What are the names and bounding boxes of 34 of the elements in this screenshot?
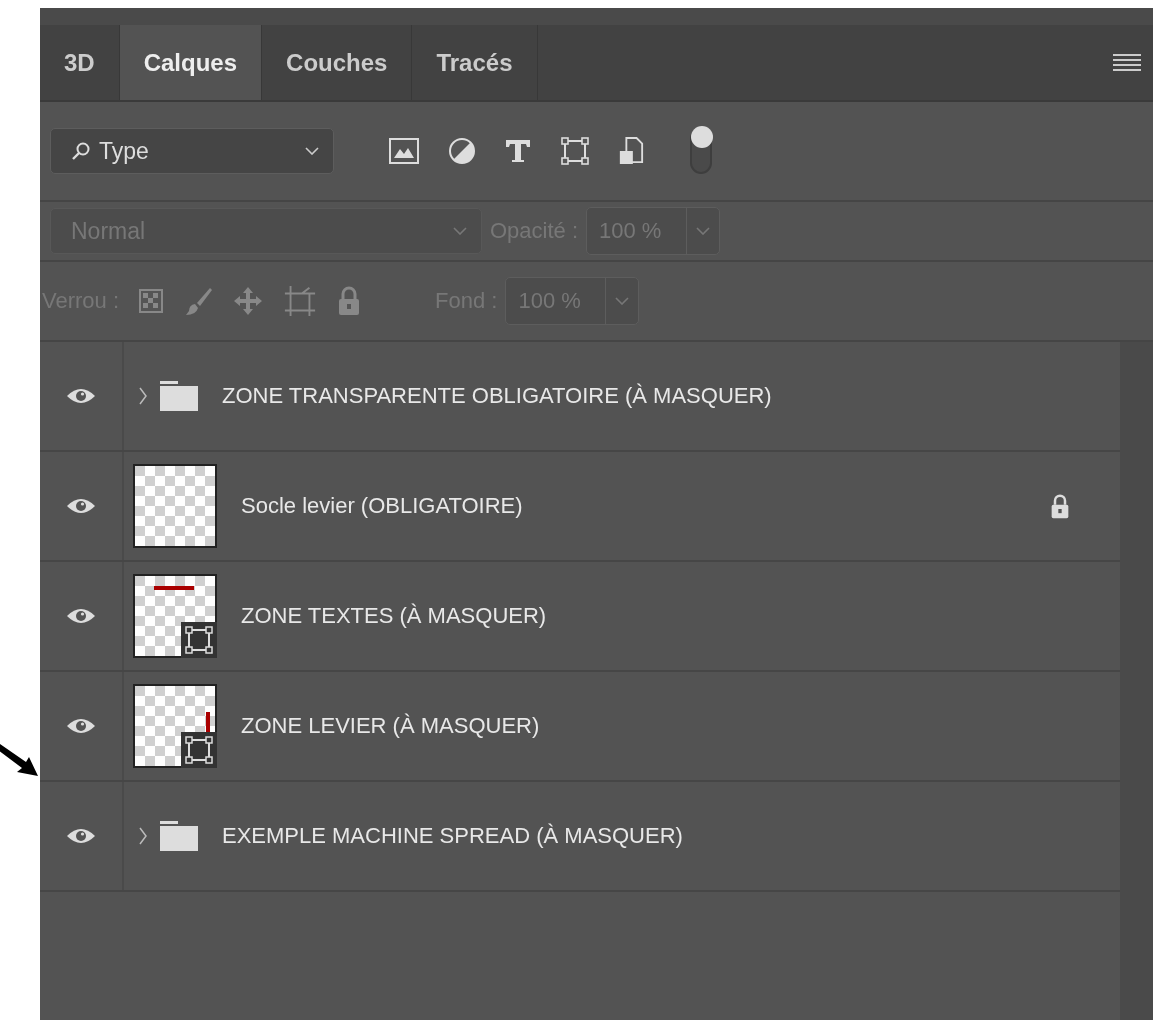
- menu-icon[interactable]: [1113, 52, 1141, 73]
- filter-toggle[interactable]: [690, 128, 712, 174]
- eye-icon[interactable]: [66, 497, 96, 515]
- chevron-right-icon[interactable]: [138, 386, 148, 406]
- folder-icon: [160, 381, 198, 411]
- eye-icon[interactable]: [66, 717, 96, 735]
- shape-filter-icon[interactable]: [560, 136, 590, 166]
- layer-name: ZONE TRANSPARENTE OBLIGATOIRE (À MASQUER): [222, 383, 772, 409]
- filter-kind-value: Type: [99, 137, 149, 165]
- layer-row[interactable]: EXEMPLE MACHINE SPREAD (À MASQUER): [40, 782, 1120, 892]
- chevron-down-icon: [305, 147, 319, 155]
- chevron-down-icon: [696, 227, 711, 235]
- folder-icon: [160, 821, 198, 851]
- adjustment-filter-icon[interactable]: [448, 137, 476, 165]
- layer-row[interactable]: ZONE LEVIER (À MASQUER): [40, 672, 1120, 782]
- chevron-down-icon: [615, 297, 630, 305]
- layer-row[interactable]: Socle levier (OBLIGATOIRE): [40, 452, 1120, 562]
- image-filter-icon[interactable]: [388, 138, 420, 164]
- layer-name: EXEMPLE MACHINE SPREAD (À MASQUER): [222, 823, 683, 849]
- eye-icon[interactable]: [66, 607, 96, 625]
- layer-row[interactable]: ZONE TEXTES (À MASQUER): [40, 562, 1120, 672]
- layer-name: ZONE TEXTES (À MASQUER): [241, 603, 547, 629]
- layer-name: Socle levier (OBLIGATOIRE): [241, 493, 523, 519]
- chevron-right-icon[interactable]: [138, 826, 148, 846]
- text-filter-icon[interactable]: [504, 138, 532, 164]
- eye-icon[interactable]: [66, 387, 96, 405]
- panel-tab[interactable]: Calques: [119, 25, 263, 100]
- layer-name: ZONE LEVIER (À MASQUER): [241, 713, 540, 739]
- filter-kind-dropdown[interactable]: Type: [50, 128, 334, 174]
- layer-row[interactable]: ZONE TRANSPARENTE OBLIGATOIRE (À MASQUER): [40, 342, 1120, 452]
- smart-object-filter-icon[interactable]: [618, 136, 644, 166]
- chevron-down-icon: [453, 227, 467, 235]
- search-icon: [71, 141, 91, 161]
- eye-icon[interactable]: [66, 827, 96, 845]
